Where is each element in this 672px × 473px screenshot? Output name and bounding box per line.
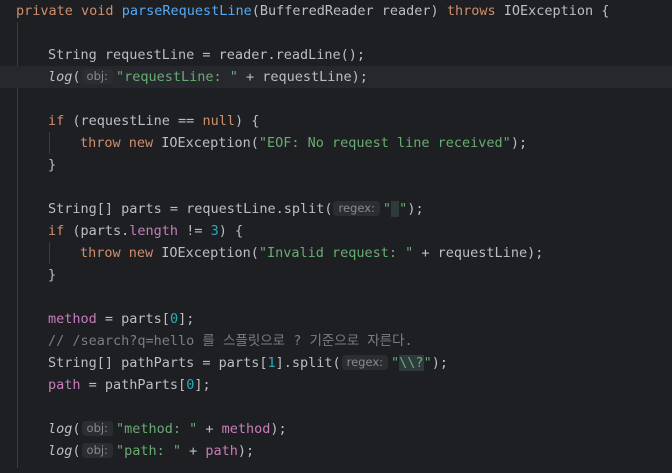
string-literal: "requestLine: " xyxy=(115,69,238,85)
code-fragment: ) { xyxy=(218,223,244,239)
parameter-hint-regex: regex: xyxy=(341,355,389,370)
field-method: method xyxy=(221,421,271,437)
string-literal: "path: " xyxy=(115,443,181,459)
number-literal: 3 xyxy=(210,223,219,239)
code-fragment: ].split( xyxy=(275,355,341,371)
code-line[interactable]: } xyxy=(0,154,672,176)
string-literal: "EOF: No request line received" xyxy=(258,135,511,151)
keyword-throws: throws xyxy=(446,3,496,19)
code-line[interactable]: throw new IOException("Invalid request: … xyxy=(0,242,672,264)
keyword-new: new xyxy=(128,135,154,151)
paren: ( xyxy=(72,69,81,85)
field-method: method xyxy=(48,311,97,327)
code-fragment: ); xyxy=(407,201,424,217)
parameter-hint-obj: obj: xyxy=(81,443,113,458)
code-line[interactable]: if (parts.length != 3) { xyxy=(0,220,672,242)
keyword-private: private xyxy=(16,3,73,19)
code-line[interactable]: String[] parts = requestLine.split(regex… xyxy=(0,198,672,220)
code-line[interactable]: String requestLine = reader.readLine(); xyxy=(0,44,672,66)
string-quote: " xyxy=(423,355,432,371)
code-line[interactable]: path = pathParts[0]; xyxy=(0,374,672,396)
closing-brace: } xyxy=(48,157,57,173)
keyword-throw: throw xyxy=(80,245,121,261)
code-fragment: = parts[ xyxy=(96,311,170,327)
string-literal: "Invalid request: " xyxy=(258,245,414,261)
parameter-hint-obj: obj: xyxy=(81,69,113,84)
code-fragment: ) { xyxy=(234,113,260,129)
code-fragment: + xyxy=(180,443,206,459)
code-fragment: String[] parts = requestLine.split( xyxy=(48,201,333,217)
paren: ( xyxy=(72,421,81,437)
code-line[interactable]: if (requestLine == null) { xyxy=(0,110,672,132)
string-quote: " xyxy=(382,201,392,217)
code-fragment: ); xyxy=(270,421,287,437)
code-fragment: != xyxy=(178,223,211,239)
parameter-hint-regex: regex: xyxy=(333,201,380,216)
code-fragment: (parts. xyxy=(64,223,130,239)
field-path: path xyxy=(48,377,81,393)
log-call: log xyxy=(48,443,73,459)
number-literal: 0 xyxy=(169,311,179,327)
code-fragment: (requestLine == xyxy=(64,113,203,129)
code-fragment: + requestLine); xyxy=(237,69,368,85)
code-comment: // /search?q=hello 를 스플릿으로 ? 기준으로 자른다. xyxy=(48,333,413,349)
code-fragment: IOException( xyxy=(153,135,259,151)
code-line[interactable]: log(obj: "path: " + path); xyxy=(0,440,672,462)
method-name: parseRequestLine xyxy=(121,3,252,19)
keyword-if: if xyxy=(48,223,65,239)
closing-brace: } xyxy=(48,267,57,283)
field-path: path xyxy=(205,443,238,459)
keyword-void: void xyxy=(81,3,114,19)
code-line[interactable]: } xyxy=(0,264,672,286)
statement-read-line: String requestLine = reader.readLine(); xyxy=(48,47,365,63)
number-literal: 1 xyxy=(267,355,276,371)
string-quote: " xyxy=(391,355,400,371)
code-fragment: IOException( xyxy=(153,245,259,261)
regex-literal xyxy=(391,201,400,217)
code-fragment: ]; xyxy=(178,311,195,327)
log-call: log xyxy=(48,421,73,437)
code-fragment: = pathParts[ xyxy=(80,377,187,393)
signature-tail: IOException { xyxy=(495,3,610,19)
code-fragment: ); xyxy=(431,355,448,371)
code-line[interactable]: throw new IOException("EOF: No request l… xyxy=(0,132,672,154)
paren: ( xyxy=(72,443,81,459)
code-fragment: + requestLine); xyxy=(413,245,544,261)
regex-literal: \\? xyxy=(399,355,424,371)
keyword-new: new xyxy=(128,245,154,261)
code-editor[interactable]: private void parseRequestLine(BufferedRe… xyxy=(0,0,672,473)
code-fragment: + xyxy=(197,421,222,437)
code-line[interactable]: private void parseRequestLine(BufferedRe… xyxy=(0,0,672,22)
string-literal: "method: " xyxy=(115,421,198,437)
code-line[interactable]: method = parts[0]; xyxy=(0,308,672,330)
code-fragment: ]; xyxy=(194,377,211,393)
method-params: (BufferedReader reader) xyxy=(251,3,447,19)
code-line[interactable]: String[] pathParts = parts[1].split(rege… xyxy=(0,352,672,374)
keyword-if: if xyxy=(48,113,65,129)
code-line[interactable]: log(obj: "method: " + method); xyxy=(0,418,672,440)
keyword-throw: throw xyxy=(80,135,121,151)
code-line-current[interactable]: log(obj: "requestLine: " + requestLine); xyxy=(0,66,672,88)
code-fragment: ); xyxy=(510,135,528,151)
code-line[interactable]: // /search?q=hello 를 스플릿으로 ? 기준으로 자른다. xyxy=(0,330,672,352)
keyword-null: null xyxy=(202,113,235,129)
parameter-hint-obj: obj: xyxy=(81,421,113,436)
code-fragment: ); xyxy=(237,443,255,459)
field-length: length xyxy=(129,223,179,239)
log-call: log xyxy=(48,69,73,85)
code-fragment: String[] pathParts = parts[ xyxy=(48,355,268,371)
